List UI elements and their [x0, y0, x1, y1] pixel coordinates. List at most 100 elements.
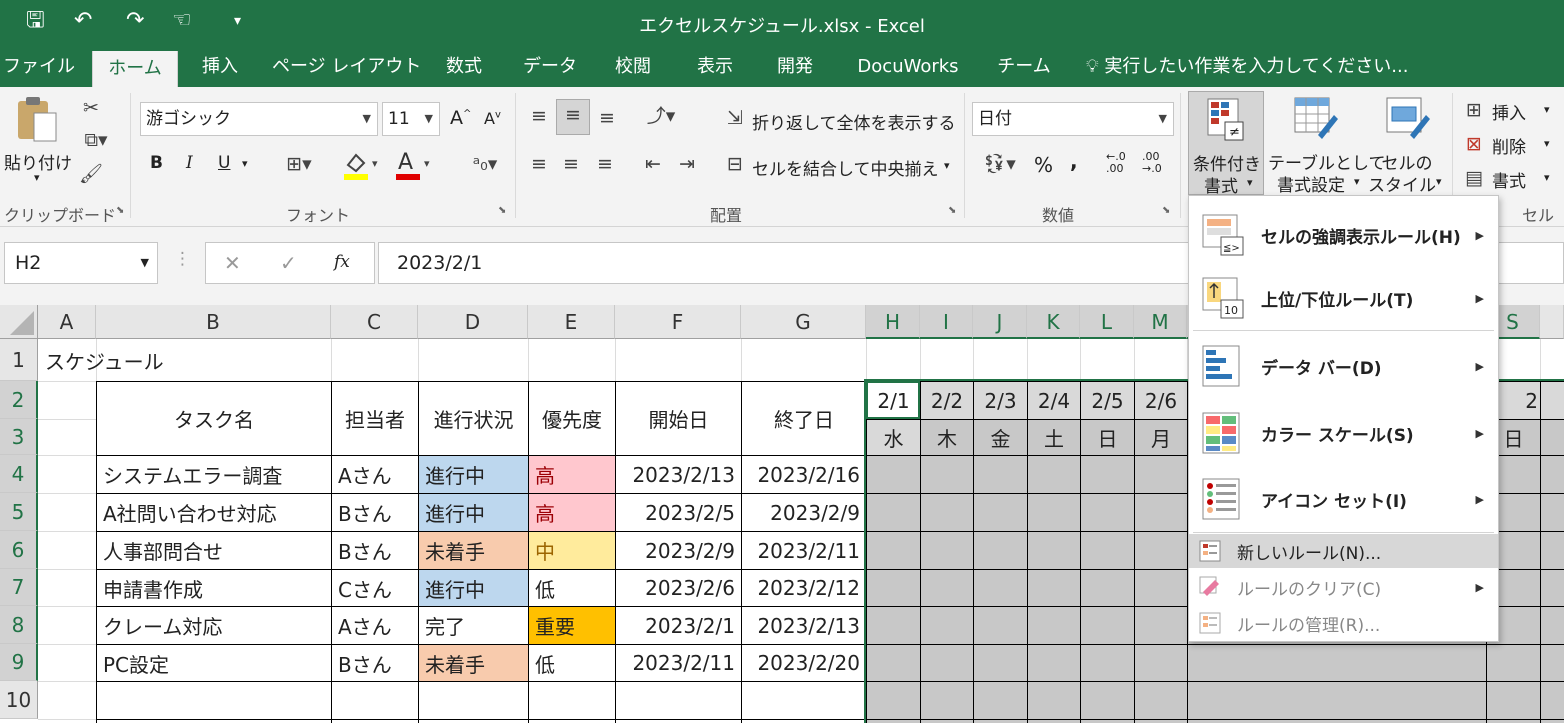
increase-decimal-button[interactable]: ←.0 .00: [1106, 151, 1126, 175]
comma-style-button[interactable]: ,: [1070, 149, 1078, 173]
tab-view[interactable]: 表示: [684, 47, 746, 87]
wrap-text-icon[interactable]: ⇲: [720, 103, 750, 133]
row-header[interactable]: 5: [0, 493, 38, 531]
fill-color-icon[interactable]: ▾: [342, 149, 382, 181]
bold-button[interactable]: B: [150, 153, 163, 173]
task-status[interactable]: 進行中: [419, 570, 528, 606]
insert-function-icon[interactable]: fx: [334, 252, 350, 272]
task-status[interactable]: 進行中: [419, 456, 528, 493]
task-owner[interactable]: Bさん: [332, 645, 418, 681]
font-color-icon[interactable]: A ▾: [394, 149, 434, 181]
task-end[interactable]: 2023/2/9: [742, 494, 866, 531]
align-middle-icon[interactable]: ≡: [556, 99, 590, 135]
underline-button[interactable]: U: [218, 153, 230, 173]
decrease-indent-icon[interactable]: ⇤: [638, 149, 668, 179]
border-icon[interactable]: ⊞▾: [274, 149, 324, 179]
column-header[interactable]: E: [528, 305, 615, 339]
row-header[interactable]: 3: [0, 419, 38, 455]
tab-team[interactable]: チーム: [986, 47, 1062, 87]
task-name[interactable]: A社問い合わせ対応: [97, 494, 331, 531]
paste-dropdown-icon[interactable]: ▾: [34, 171, 40, 184]
column-header[interactable]: A: [38, 305, 96, 339]
tab-insert[interactable]: 挿入: [190, 47, 250, 87]
task-status[interactable]: 進行中: [419, 494, 528, 531]
task-start[interactable]: 2023/2/6: [616, 570, 741, 606]
row-header[interactable]: 2: [0, 381, 38, 419]
format-cells-button[interactable]: ▤ 書式 ▾: [1460, 163, 1564, 193]
copy-icon[interactable]: ⧉▾: [76, 125, 116, 155]
row-header[interactable]: 1: [0, 339, 38, 381]
task-owner[interactable]: Aさん: [332, 607, 418, 644]
merge-center-button[interactable]: セルを結合して中央揃え: [752, 155, 939, 180]
task-start[interactable]: 2023/2/9: [616, 532, 741, 569]
task-end[interactable]: 2023/2/12: [742, 570, 866, 606]
task-status[interactable]: 未着手: [419, 532, 528, 569]
format-as-table-button[interactable]: テーブルとして 書式設定 ▾: [1268, 91, 1385, 196]
italic-button[interactable]: I: [186, 153, 193, 173]
delete-cells-button[interactable]: ⊠ 削除 ▾: [1460, 129, 1564, 159]
name-box[interactable]: H2 ▼: [4, 242, 158, 284]
align-center-icon[interactable]: ≡: [556, 149, 586, 179]
select-all-corner[interactable]: [0, 305, 38, 339]
task-owner[interactable]: Cさん: [332, 570, 418, 606]
tab-file[interactable]: ファイル: [0, 47, 78, 87]
table-header[interactable]: 進行状況: [419, 382, 528, 455]
menu-item-icon-sets[interactable]: アイコン セット(I) ▶: [1189, 468, 1498, 530]
name-box-dropdown-icon[interactable]: ▼: [141, 243, 149, 283]
task-name[interactable]: 人事部問合せ: [97, 532, 331, 569]
column-header[interactable]: G: [741, 305, 866, 339]
table-header[interactable]: 開始日: [616, 382, 741, 455]
task-status[interactable]: 完了: [419, 607, 528, 644]
column-header[interactable]: L: [1080, 305, 1134, 339]
task-start[interactable]: 2023/2/13: [616, 456, 741, 493]
column-header[interactable]: C: [331, 305, 418, 339]
sheet-title[interactable]: スケジュール: [39, 340, 359, 381]
column-header[interactable]: J: [973, 305, 1027, 339]
enter-icon[interactable]: ✓: [280, 251, 297, 275]
tab-home[interactable]: ホーム: [92, 51, 178, 87]
column-header[interactable]: B: [96, 305, 331, 339]
column-header[interactable]: M: [1134, 305, 1187, 339]
row-header[interactable]: 6: [0, 531, 38, 569]
table-header[interactable]: 終了日: [742, 382, 866, 455]
task-owner[interactable]: Aさん: [332, 456, 418, 493]
merge-center-icon[interactable]: ⊟: [720, 149, 750, 179]
cut-icon[interactable]: ✂: [76, 93, 106, 123]
column-header[interactable]: K: [1027, 305, 1080, 339]
column-header[interactable]: D: [418, 305, 528, 339]
align-top-icon[interactable]: ≡: [524, 101, 554, 131]
menu-item-color-scales[interactable]: カラー スケール(S) ▶: [1189, 401, 1498, 465]
tab-review[interactable]: 校閲: [602, 47, 664, 87]
task-priority[interactable]: 高: [529, 494, 615, 531]
task-end[interactable]: 2023/2/11: [742, 532, 866, 569]
underline-dropdown-icon[interactable]: ▾: [242, 157, 248, 170]
accounting-format-icon[interactable]: 💱︎▾: [974, 149, 1024, 179]
task-start[interactable]: 2023/2/1: [616, 607, 741, 644]
number-format-select[interactable]: 日付 ▼: [972, 102, 1174, 136]
task-start[interactable]: 2023/2/11: [616, 645, 741, 681]
column-header[interactable]: H: [866, 305, 920, 339]
tell-me-search[interactable]: 💡︎ 実行したい作業を入力してください...: [1086, 47, 1408, 87]
font-size-select[interactable]: 11 ▼: [382, 102, 440, 136]
tab-page-layout[interactable]: ページ レイアウト: [272, 47, 421, 87]
phonetic-icon[interactable]: ᵃ₀▾: [460, 149, 510, 179]
row-header[interactable]: 9: [0, 644, 38, 681]
menu-item-new-rule[interactable]: 新しいルール(N)...: [1189, 534, 1498, 568]
shrink-font-button[interactable]: Av: [484, 109, 501, 128]
task-priority[interactable]: 低: [529, 570, 615, 606]
menu-item-highlight-rules[interactable]: ≦> セルの強調表示ルール(H) ▶: [1189, 204, 1498, 266]
row-header[interactable]: 8: [0, 606, 38, 644]
cancel-icon[interactable]: ✕: [224, 251, 241, 275]
task-priority[interactable]: 低: [529, 645, 615, 681]
column-header[interactable]: F: [615, 305, 741, 339]
align-right-icon[interactable]: ≡: [590, 149, 620, 179]
percent-style-button[interactable]: %: [1034, 153, 1053, 177]
task-owner[interactable]: Bさん: [332, 494, 418, 531]
tab-docuworks[interactable]: DocuWorks: [846, 47, 970, 87]
row-header[interactable]: 7: [0, 569, 38, 606]
align-left-icon[interactable]: ≡: [524, 149, 554, 179]
task-status[interactable]: 未着手: [419, 645, 528, 681]
task-priority[interactable]: 高: [529, 456, 615, 493]
alignment-launcher-icon[interactable]: ⬊: [948, 205, 956, 216]
column-header[interactable]: [1540, 305, 1564, 339]
